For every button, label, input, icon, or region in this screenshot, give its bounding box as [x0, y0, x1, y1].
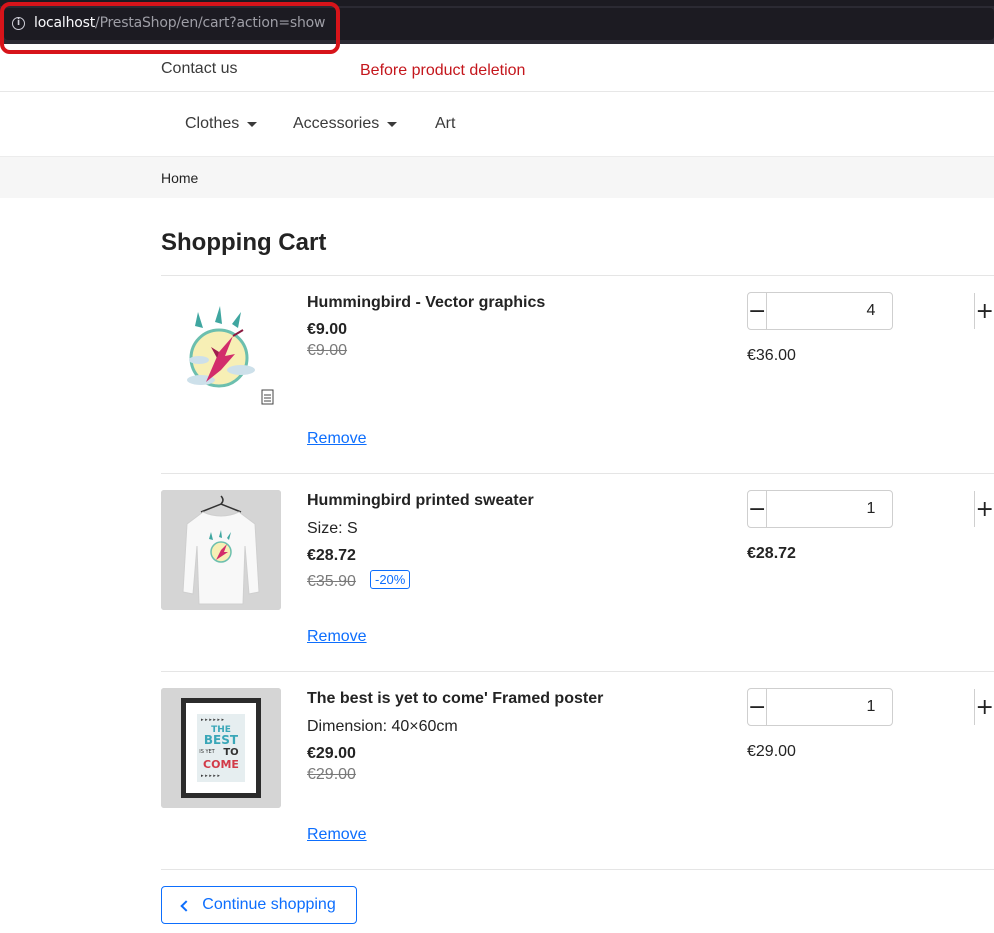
divider: [161, 869, 994, 870]
cart-item: Hummingbird printed sweater Size: S €28.…: [161, 474, 994, 670]
discount-badge: -20%: [370, 570, 411, 589]
menu-clothes[interactable]: Clothes: [185, 115, 258, 133]
increase-quantity-button[interactable]: +: [974, 293, 994, 329]
quantity-input[interactable]: [767, 689, 975, 725]
product-price: €29.00: [307, 745, 356, 762]
product-price: €28.72: [307, 547, 356, 564]
quantity-stepper: − +: [747, 292, 994, 330]
annotation-label: Before product deletion: [360, 62, 526, 79]
menu-accessories-label: Accessories: [293, 115, 380, 132]
cart-item: Hummingbird - Vector graphics €9.00 €9.0…: [161, 276, 994, 472]
line-total: €29.00: [747, 743, 796, 760]
menu-art-label: Art: [435, 115, 456, 132]
breadcrumb-bar: [0, 156, 994, 198]
product-old-price: €9.00: [307, 342, 348, 359]
decrease-quantity-button[interactable]: −: [748, 689, 768, 725]
increase-quantity-button[interactable]: +: [974, 689, 994, 725]
chevron-left-icon: [180, 899, 192, 912]
quantity-input[interactable]: [767, 491, 975, 527]
breadcrumb-home[interactable]: Home: [161, 170, 198, 186]
remove-link[interactable]: Remove: [307, 430, 367, 448]
poster-text: TO: [223, 747, 238, 758]
page-title: Shopping Cart: [161, 229, 327, 256]
line-total: €28.72: [747, 545, 796, 562]
product-name[interactable]: The best is yet to come' Framed poster: [307, 690, 603, 708]
quantity-stepper: − +: [747, 490, 994, 528]
product-attribute: Dimension: 40×60cm: [307, 718, 458, 735]
menu-art[interactable]: Art: [435, 115, 455, 133]
menu-clothes-label: Clothes: [185, 115, 240, 132]
header-divider: [0, 91, 994, 92]
cart-item: ▸ ▸ ▸ ▸ ▸ ▸ THE BEST IS YET TO COME ▸ ▸ …: [161, 672, 994, 868]
contact-us-link[interactable]: Contact us: [161, 60, 237, 78]
caret-down-icon: [247, 121, 258, 127]
svg-text:▸ ▸ ▸ ▸ ▸ ▸: ▸ ▸ ▸ ▸ ▸ ▸: [201, 717, 224, 723]
framed-poster-image: ▸ ▸ ▸ ▸ ▸ ▸ THE BEST IS YET TO COME ▸ ▸ …: [161, 688, 281, 808]
continue-shopping-label: Continue shopping: [202, 896, 336, 913]
product-old-price: €35.90: [307, 573, 356, 590]
remove-link[interactable]: Remove: [307, 826, 367, 844]
product-old-price: €29.00: [307, 766, 356, 783]
product-name[interactable]: Hummingbird - Vector graphics: [307, 294, 545, 312]
product-attribute: Size: S: [307, 520, 358, 537]
product-image-poster[interactable]: ▸ ▸ ▸ ▸ ▸ ▸ THE BEST IS YET TO COME ▸ ▸ …: [161, 688, 281, 808]
quantity-stepper: − +: [747, 688, 994, 726]
poster-text: COME: [203, 758, 239, 771]
product-price: €9.00: [307, 321, 348, 338]
decrease-quantity-button[interactable]: −: [748, 491, 768, 527]
product-name[interactable]: Hummingbird printed sweater: [307, 492, 534, 510]
sweater-image: [161, 490, 281, 610]
url-highlight-box: [0, 2, 340, 54]
poster-text: IS YET: [199, 749, 215, 755]
hummingbird-vector-image: [187, 306, 274, 405]
increase-quantity-button[interactable]: +: [974, 491, 994, 527]
menu-accessories[interactable]: Accessories: [293, 115, 398, 133]
continue-shopping-button[interactable]: Continue shopping: [161, 886, 357, 924]
product-image-sweater[interactable]: [161, 490, 281, 610]
product-image-hummingbird-vector[interactable]: [161, 292, 281, 412]
remove-link[interactable]: Remove: [307, 628, 367, 646]
caret-down-icon: [387, 121, 398, 127]
line-total: €36.00: [747, 347, 796, 364]
svg-text:▸ ▸ ▸ ▸ ▸: ▸ ▸ ▸ ▸ ▸: [201, 773, 220, 779]
poster-text: BEST: [204, 733, 239, 747]
decrease-quantity-button[interactable]: −: [748, 293, 768, 329]
quantity-input[interactable]: [767, 293, 975, 329]
